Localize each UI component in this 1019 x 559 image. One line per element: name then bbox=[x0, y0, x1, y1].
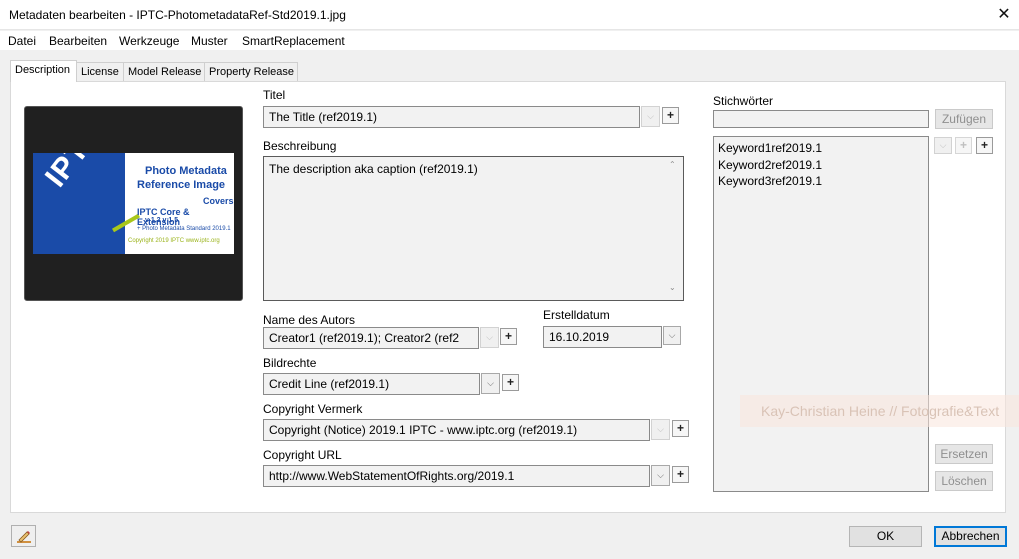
ok-button[interactable]: OK bbox=[849, 526, 922, 547]
close-icon[interactable]: ✕ bbox=[989, 0, 1019, 30]
titel-input[interactable]: The Title (ref2019.1) bbox=[263, 106, 640, 128]
menu-bearbeiten[interactable]: Bearbeiten bbox=[49, 34, 107, 48]
menu-smartreplacement[interactable]: SmartReplacement bbox=[242, 34, 345, 48]
titel-dropdown-icon[interactable]: ⌵ bbox=[641, 106, 660, 127]
keyword-disabled-button[interactable]: + bbox=[955, 137, 972, 154]
erstelldatum-input[interactable]: 16.10.2019 bbox=[543, 326, 662, 348]
list-item[interactable]: Keyword2ref2019.1 bbox=[718, 157, 924, 174]
thumb-line-7: Copyright 2019 IPTC www.iptc.org bbox=[128, 238, 220, 244]
bildrechte-input[interactable]: Credit Line (ref2019.1) bbox=[263, 373, 480, 395]
thumb-line-1: Photo Metadata bbox=[145, 165, 227, 177]
titel-add-button[interactable]: + bbox=[662, 107, 679, 124]
edit-icon[interactable] bbox=[11, 525, 36, 547]
bildrechte-label: Bildrechte bbox=[263, 356, 317, 370]
list-item[interactable]: Keyword3ref2019.1 bbox=[718, 173, 924, 190]
loeschen-button[interactable]: Löschen bbox=[935, 471, 993, 491]
keyword-dropdown-icon[interactable]: ⌵ bbox=[934, 137, 952, 154]
copyright-url-add-button[interactable]: + bbox=[672, 466, 689, 483]
copyright-dropdown-icon[interactable]: ⌵ bbox=[651, 419, 670, 440]
erstelldatum-dropdown-icon[interactable]: ⌵ bbox=[663, 326, 681, 345]
copyright-url-label: Copyright URL bbox=[263, 448, 342, 462]
scroll-down-icon[interactable]: ⌄ bbox=[669, 283, 676, 292]
tab-property-release[interactable]: Property Release bbox=[204, 62, 298, 81]
list-item[interactable]: Keyword1ref2019.1 bbox=[718, 140, 924, 157]
menu-bar: Datei Bearbeiten Werkzeuge Muster SmartR… bbox=[0, 31, 1019, 50]
tab-description[interactable]: Description bbox=[10, 60, 77, 82]
watermark: Kay-Christian Heine // Fotografie&Text bbox=[740, 395, 1019, 427]
copyright-url-dropdown-icon[interactable]: ⌵ bbox=[651, 465, 670, 486]
copyright-url-input[interactable]: http://www.WebStatementOfRights.org/2019… bbox=[263, 465, 650, 487]
menu-muster[interactable]: Muster bbox=[191, 34, 228, 48]
scroll-up-icon[interactable]: ⌃ bbox=[669, 160, 676, 169]
beschreibung-label: Beschreibung bbox=[263, 139, 337, 153]
thumb-line-2: Reference Image bbox=[137, 179, 226, 191]
copyright-label: Copyright Vermerk bbox=[263, 402, 363, 416]
window-title: Metadaten bearbeiten - IPTC-Photometadat… bbox=[9, 8, 346, 22]
ersetzen-button[interactable]: Ersetzen bbox=[935, 444, 993, 464]
copyright-input[interactable]: Copyright (Notice) 2019.1 IPTC - www.ipt… bbox=[263, 419, 650, 441]
thumb-line-5: v 1.2 v 1.5 bbox=[145, 217, 179, 224]
menu-werkzeuge[interactable]: Werkzeuge bbox=[119, 34, 179, 48]
stichwoerter-label: Stichwörter bbox=[713, 94, 774, 108]
titel-label: Titel bbox=[263, 88, 286, 102]
thumb-line-6: + Photo Metadata Standard 2019.1 bbox=[137, 226, 231, 232]
copyright-add-button[interactable]: + bbox=[672, 420, 689, 437]
beschreibung-textarea[interactable]: The description aka caption (ref2019.1) bbox=[263, 156, 684, 301]
tab-model-release[interactable]: Model Release bbox=[123, 62, 205, 81]
bildrechte-dropdown-icon[interactable]: ⌵ bbox=[481, 373, 500, 394]
bildrechte-add-button[interactable]: + bbox=[502, 374, 519, 391]
thumb-line-3: Covers bbox=[203, 196, 234, 206]
keyword-input[interactable] bbox=[713, 110, 929, 128]
autor-input[interactable]: Creator1 (ref2019.1); Creator2 (ref2 bbox=[263, 327, 479, 349]
title-bar: Metadaten bearbeiten - IPTC-Photometadat… bbox=[0, 0, 1019, 30]
autor-label: Name des Autors bbox=[263, 313, 356, 327]
abbrechen-button[interactable]: Abbrechen bbox=[934, 526, 1007, 547]
keyword-list[interactable]: Keyword1ref2019.1 Keyword2ref2019.1 Keyw… bbox=[713, 136, 929, 492]
image-thumbnail: IPTC Photo Metadata Reference Image Cove… bbox=[33, 153, 234, 254]
autor-dropdown-icon[interactable]: ⌵ bbox=[480, 327, 499, 348]
zufuegen-button[interactable]: Zufügen bbox=[935, 109, 993, 129]
keyword-add-button[interactable]: + bbox=[976, 137, 993, 154]
autor-add-button[interactable]: + bbox=[500, 328, 517, 345]
erstelldatum-label: Erstelldatum bbox=[543, 308, 610, 322]
menu-datei[interactable]: Datei bbox=[8, 34, 36, 48]
